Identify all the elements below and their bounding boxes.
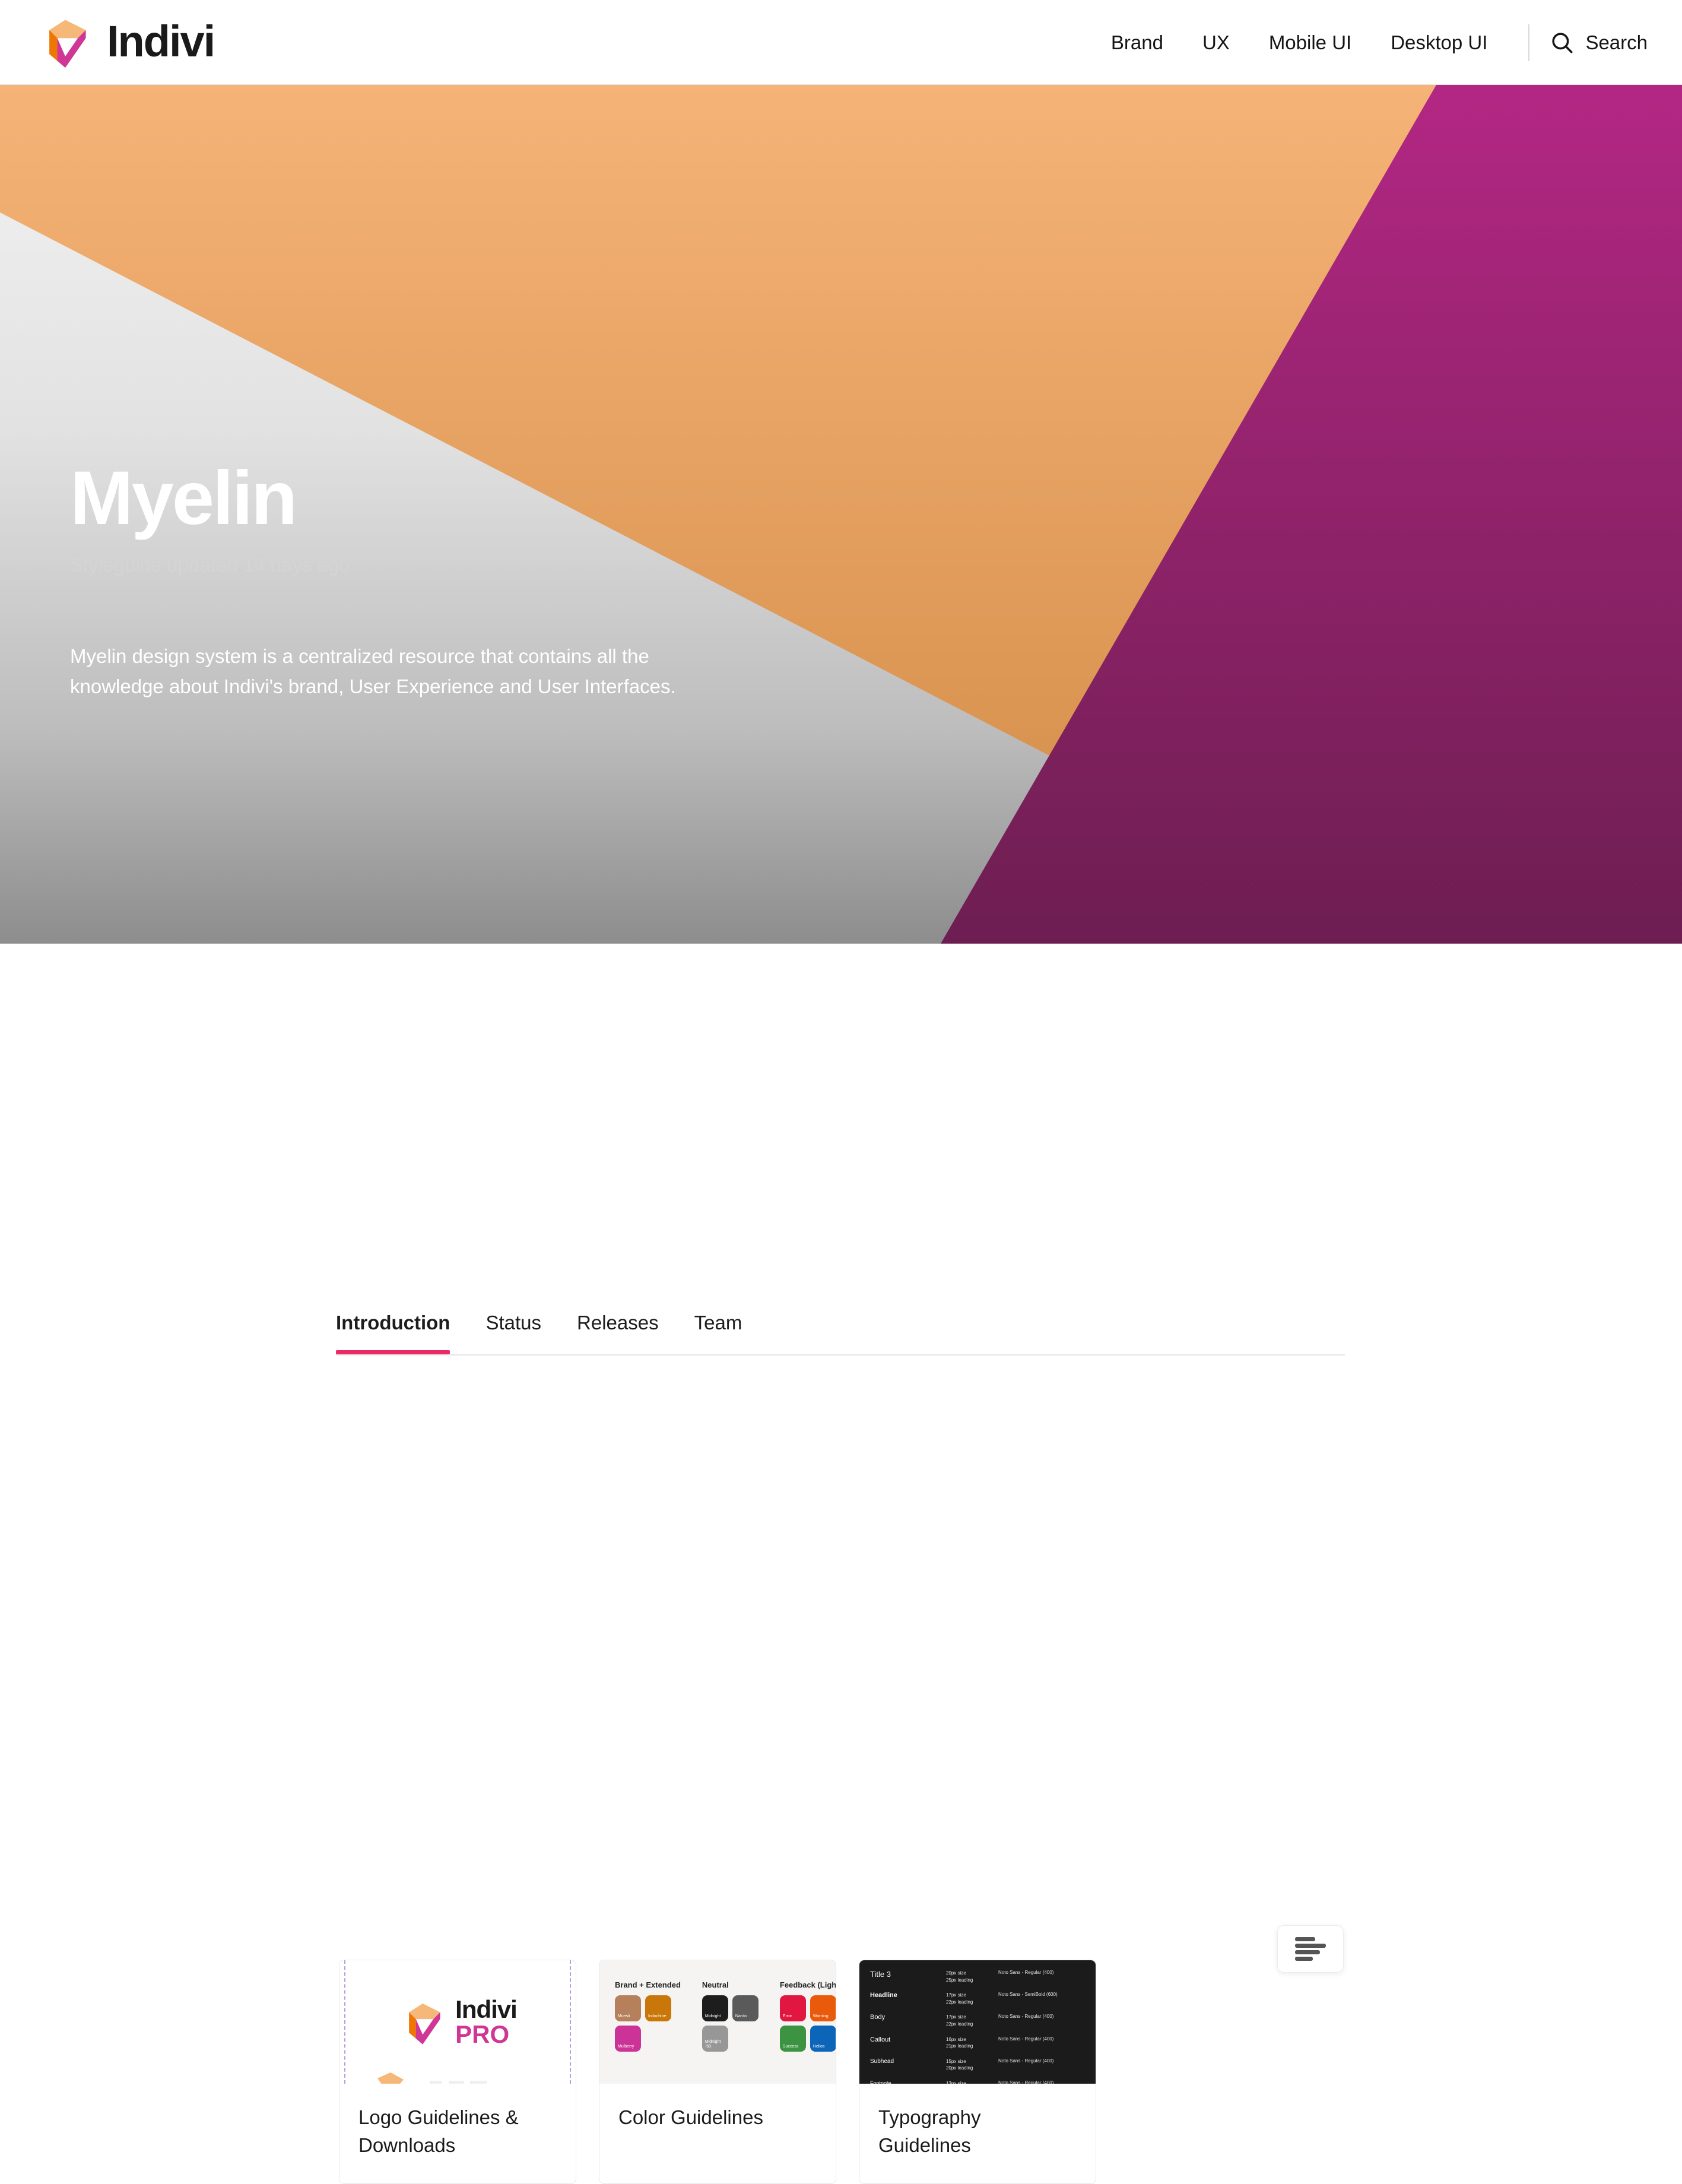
type-font: Noto Sans - Regular (400) <box>998 2014 1054 2020</box>
tabs-row: Introduction Status Releases Team <box>336 1312 1345 1354</box>
main-nav: Brand UX Mobile UI Desktop UI Search <box>1091 0 1682 85</box>
swatch-group-label: Feedback (Light) <box>779 1980 836 1989</box>
content-tabs: Introduction Status Releases Team <box>336 1312 1345 1356</box>
swatch-midnight: Midnight <box>702 1995 728 2021</box>
type-font: Noto Sans - SemiBold (600) <box>998 1992 1058 1998</box>
lockup-text-pro: PRO <box>455 2020 510 2048</box>
type-row: Subhead 15px size 20px leading Noto Sans… <box>870 2058 1085 2072</box>
card-title: Typography Guidelines <box>878 2106 981 2156</box>
nav-divider <box>1528 24 1530 61</box>
search-label: Search <box>1585 31 1648 53</box>
swatch-nardo: Nardo <box>732 1995 759 2021</box>
type-font: Noto Sans - Regular (400) <box>998 1970 1054 1975</box>
type-row: Headline 17px size 22px leading Noto San… <box>870 1992 1085 2005</box>
swatch-group-neutral: Neutral Midnight Nardo Midnight -50 <box>702 1980 759 2084</box>
type-spec: 17px size 22px leading <box>946 1992 973 2005</box>
nav-item-desktop-ui[interactable]: Desktop UI <box>1371 31 1507 54</box>
logo-lockup-partial-bottom <box>360 2072 556 2084</box>
tab-releases[interactable]: Releases <box>559 1312 677 1354</box>
lockup-text-indivi: Indivi <box>455 1995 518 2023</box>
type-font: Noto Sans - Regular (400) <box>998 2080 1054 2084</box>
type-name: Callout <box>870 2036 891 2043</box>
nav-item-brand[interactable]: Brand <box>1091 31 1183 54</box>
brand-logo-link[interactable]: Indivi <box>37 13 215 70</box>
site-header: Indivi Brand UX Mobile UI Desktop UI Sea… <box>0 0 1682 85</box>
type-spec: 13px size 18px leading <box>946 2080 966 2084</box>
tab-team[interactable]: Team <box>677 1312 760 1354</box>
swatch-midnight-50: Midnight -50 <box>702 2026 728 2052</box>
type-spec: 17px size 22px leading <box>946 2014 973 2027</box>
list-view-toggle-button[interactable] <box>1277 1925 1344 1973</box>
type-row: Body 17px size 22px leading Noto Sans - … <box>870 2014 1085 2027</box>
swatch-error: Error <box>779 1995 806 2021</box>
indivi-cube-logo-icon <box>49 20 86 68</box>
card-title: Color Guidelines <box>618 2106 763 2128</box>
type-row: Callout 16px size 21px leading Noto Sans… <box>870 2036 1085 2050</box>
hero-description: Myelin design system is a centralized re… <box>70 645 676 697</box>
nav-item-ux[interactable]: UX <box>1183 31 1249 54</box>
type-name: Headline <box>870 1992 897 1999</box>
indivi-pro-lockup: Indivi PRO <box>398 1995 518 2048</box>
type-name: Body <box>870 2014 886 2021</box>
swatch-muesli: Muesli <box>615 1995 641 2021</box>
card-typography-guidelines[interactable]: Title 3 20px size 25px leading Noto Sans… <box>859 1960 1096 2184</box>
swatch-group-brand: Brand + Extended Muesli Indochine Mulber… <box>615 1980 681 2084</box>
type-name: Footnote <box>870 2080 891 2084</box>
card-preview-logo: Indivi PRO <box>339 1960 576 2084</box>
indivi-cube-logo-icon <box>409 2003 440 2045</box>
type-spec: 15px size 20px leading <box>946 2058 973 2071</box>
card-logo-guidelines[interactable]: Indivi PRO Logo Guidelines & Downloads <box>339 1960 576 2184</box>
swatch-warning: Warning <box>810 1995 836 2021</box>
tabs-underline <box>336 1354 1345 1356</box>
card-title: Logo Guidelines & Downloads <box>358 2106 519 2156</box>
hero-content: Myelin Styleguide updated 14 days ago My… <box>70 456 901 701</box>
hero-banner: Myelin Styleguide updated 14 days ago My… <box>0 85 1682 944</box>
type-row: Title 3 20px size 25px leading Noto Sans… <box>870 1970 1085 1983</box>
swatch-indochine: Indochine <box>645 1995 671 2021</box>
type-font: Noto Sans - Regular (400) <box>998 2036 1054 2042</box>
swatch-group-label: Brand + Extended <box>615 1980 681 1989</box>
nav-item-mobile-ui[interactable]: Mobile UI <box>1249 31 1371 54</box>
type-spec: 20px size 25px leading <box>946 1970 973 1983</box>
swatch-mulberry: Mulberry <box>615 2026 641 2052</box>
swatch-group-feedback: Feedback (Light) Error Warning Success H… <box>779 1980 836 2084</box>
type-name: Subhead <box>870 2058 894 2065</box>
page-title: Myelin <box>70 456 297 541</box>
tab-introduction[interactable]: Introduction <box>336 1312 468 1354</box>
card-preview-typography: Title 3 20px size 25px leading Noto Sans… <box>859 1960 1096 2084</box>
search-icon <box>1552 32 1573 53</box>
swatch-helios: Helios <box>810 2026 836 2052</box>
card-preview-colors: Brand + Extended Muesli Indochine Mulber… <box>599 1960 836 2084</box>
sort-list-icon <box>1295 1937 1326 1961</box>
swatch-success: Success <box>779 2026 806 2052</box>
type-row: Footnote 13px size 18px leading Noto San… <box>870 2080 1085 2084</box>
brand-name: Indivi <box>107 17 215 66</box>
swatch-group-label: Neutral <box>702 1980 729 1989</box>
logo-lockup-partial-top <box>360 1960 556 1968</box>
type-spec: 16px size 21px leading <box>946 2036 973 2049</box>
guideline-card-list: Indivi PRO Logo Guidelines & Downloads B… <box>339 1960 1096 2184</box>
hero-subtitle: Styleguide updated 14 days ago <box>70 554 350 576</box>
type-name: Title 3 <box>870 1970 891 1979</box>
type-font: Noto Sans - Regular (400) <box>998 2058 1054 2064</box>
search-button[interactable]: Search <box>1545 30 1648 55</box>
card-color-guidelines[interactable]: Brand + Extended Muesli Indochine Mulber… <box>599 1960 836 2184</box>
tab-status[interactable]: Status <box>468 1312 559 1354</box>
